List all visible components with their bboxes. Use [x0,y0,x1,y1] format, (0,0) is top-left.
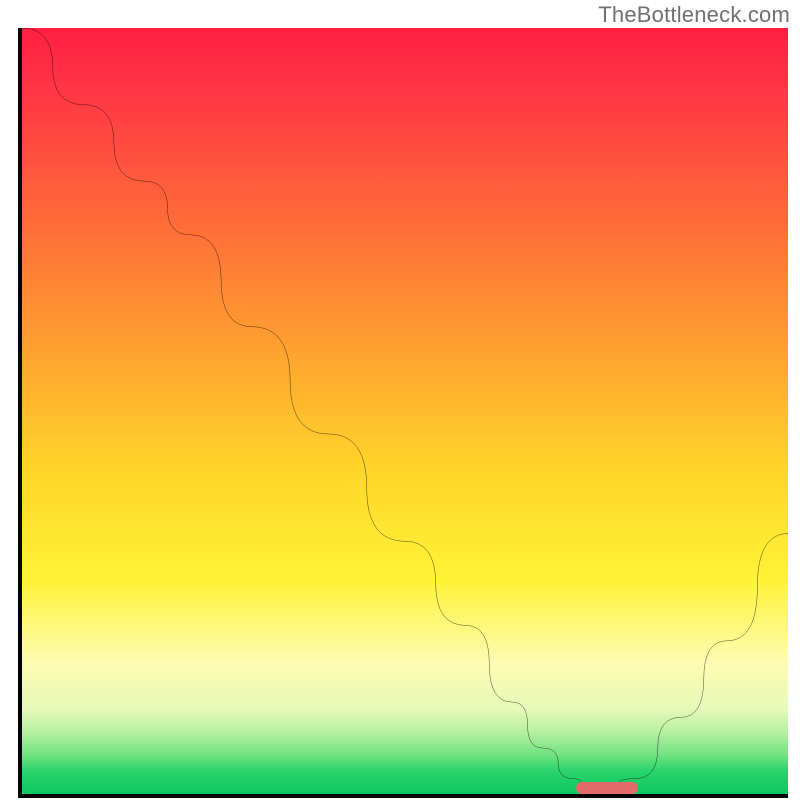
bottleneck-curve [22,28,788,794]
curve-path [22,28,788,786]
optimal-range-marker [576,782,638,794]
plot-area [18,28,788,798]
watermark-text: TheBottleneck.com [598,2,790,28]
chart-container: TheBottleneck.com [0,0,800,800]
